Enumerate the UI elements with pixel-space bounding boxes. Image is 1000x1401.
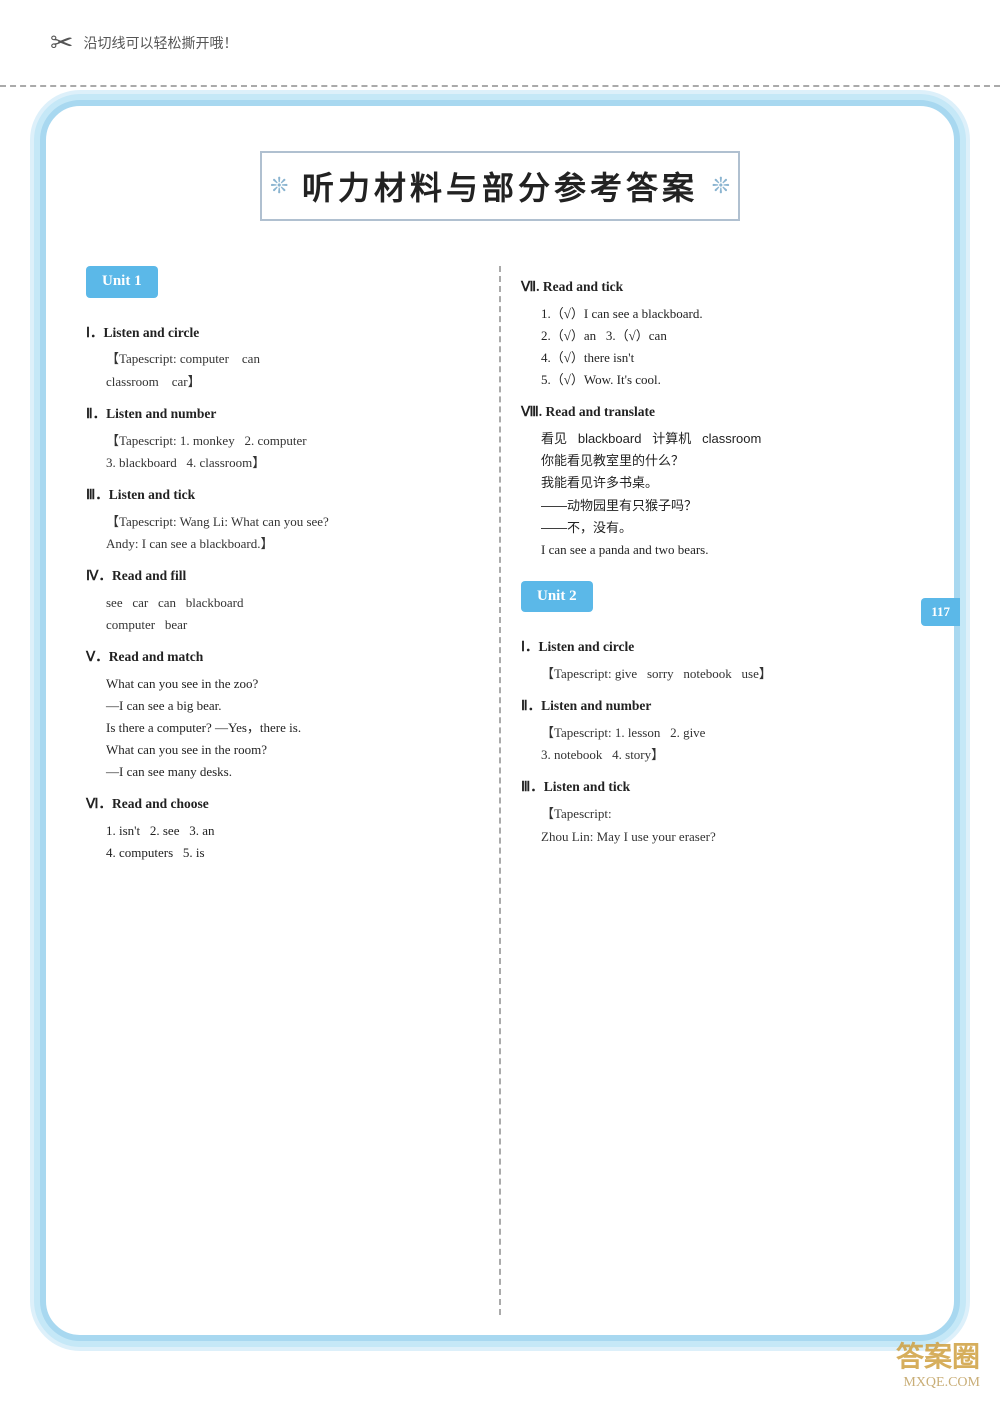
- section-V-item5: —I can see many desks.: [106, 761, 479, 783]
- title-border: ❊ 听力材料与部分参考答案 ❊: [260, 151, 740, 221]
- section-I: Ⅰ．Listen and circle 【Tapescript: compute…: [86, 322, 479, 393]
- top-strip: ✂ 沿切线可以轻松撕开哦！: [0, 0, 1000, 85]
- VIII-item4: ——动物园里有只猴子吗？: [541, 495, 914, 517]
- right-section-VIII: Ⅷ. Read and translate 看见 blackboard 计算机 …: [521, 401, 914, 561]
- section-V-title: Ⅴ．Read and match: [86, 646, 479, 669]
- scissors-icon: ✂: [50, 26, 73, 60]
- section-IV-line2: computer bear: [106, 614, 479, 636]
- section-I-tape2: classroom car】: [106, 371, 479, 393]
- unit1-badge-container: Unit 1: [86, 266, 479, 312]
- section-III: Ⅲ．Listen and tick 【Tapescript: Wang Li: …: [86, 484, 479, 555]
- unit2-section-II-title: Ⅱ．Listen and number: [521, 695, 914, 718]
- section-VI: Ⅵ．Read and choose 1. isn't 2. see 3. an …: [86, 793, 479, 864]
- dashed-separator: [0, 85, 1000, 87]
- section-II-tape2: 3. blackboard 4. classroom】: [106, 452, 479, 474]
- section-V-item1: What can you see in the zoo?: [106, 673, 479, 695]
- unit2-section-III-tape2: Zhou Lin: May I use your eraser?: [541, 826, 914, 848]
- unit2-section-III-tape1: 【Tapescript:: [541, 803, 914, 825]
- section-V: Ⅴ．Read and match What can you see in the…: [86, 646, 479, 783]
- section-V-item2: —I can see a big bear.: [106, 695, 479, 717]
- section-I-title: Ⅰ．Listen and circle: [86, 322, 479, 345]
- watermark-logo: 答案圈: [896, 1335, 980, 1375]
- title-deco-left: ❊: [270, 173, 288, 199]
- section-II-tape1: 【Tapescript: 1. monkey 2. computer: [106, 430, 479, 452]
- section-IV: Ⅳ．Read and fill see car can blackboard c…: [86, 565, 479, 636]
- section-VI-line2: 4. computers 5. is: [106, 842, 479, 864]
- section-IV-title: Ⅳ．Read and fill: [86, 565, 479, 588]
- unit2-section-II: Ⅱ．Listen and number 【Tapescript: 1. less…: [521, 695, 914, 766]
- unit2-section-III: Ⅲ．Listen and tick 【Tapescript: Zhou Lin:…: [521, 776, 914, 847]
- section-V-item4: What can you see in the room?: [106, 739, 479, 761]
- right-section-VII: Ⅶ. Read and tick 1.（√）I can see a blackb…: [521, 276, 914, 391]
- unit2-section-I-tape: 【Tapescript: give sorry notebook use】: [541, 663, 914, 685]
- section-I-tape1: 【Tapescript: computer can: [106, 348, 479, 370]
- left-column: Unit 1 Ⅰ．Listen and circle 【Tapescript: …: [86, 266, 501, 1315]
- unit2-section-III-title: Ⅲ．Listen and tick: [521, 776, 914, 799]
- unit2-section-II-tape1: 【Tapescript: 1. lesson 2. give: [541, 722, 914, 744]
- content-area: Unit 1 Ⅰ．Listen and circle 【Tapescript: …: [86, 266, 914, 1315]
- section-III-title: Ⅲ．Listen and tick: [86, 484, 479, 507]
- watermark-url: MXQE.COM: [896, 1375, 980, 1391]
- VII-item4: 5.（√）Wow. It's cool.: [541, 369, 914, 391]
- page-title: 听力材料与部分参考答案: [302, 170, 698, 206]
- unit1-badge: Unit 1: [86, 266, 158, 298]
- VII-item1: 1.（√）I can see a blackboard.: [541, 303, 914, 325]
- cut-text: 沿切线可以轻松撕开哦！: [83, 33, 237, 53]
- unit2-badge-container: Unit 2: [521, 581, 914, 627]
- page-number: 117: [921, 598, 960, 626]
- section-III-tape2: Andy: I can see a blackboard.】: [106, 533, 479, 555]
- right-section-VIII-title: Ⅷ. Read and translate: [521, 401, 914, 424]
- VIII-item3: 我能看见许多书桌。: [541, 472, 914, 494]
- section-VI-line1: 1. isn't 2. see 3. an: [106, 820, 479, 842]
- VIII-item5: ——不，没有。: [541, 517, 914, 539]
- VII-item3: 4.（√）there isn't: [541, 347, 914, 369]
- section-II-title: Ⅱ．Listen and number: [86, 403, 479, 426]
- main-card: ❊ 听力材料与部分参考答案 ❊ Unit 1 Ⅰ．Listen and circ…: [40, 100, 960, 1341]
- unit2-section-I-title: Ⅰ．Listen and circle: [521, 636, 914, 659]
- section-II: Ⅱ．Listen and number 【Tapescript: 1. monk…: [86, 403, 479, 474]
- VIII-item1: 看见 blackboard 计算机 classroom: [541, 428, 914, 450]
- unit2-section-II-tape2: 3. notebook 4. story】: [541, 744, 914, 766]
- unit2-badge: Unit 2: [521, 581, 593, 613]
- title-deco-right: ❊: [712, 173, 730, 199]
- VIII-item2: 你能看见教室里的什么？: [541, 450, 914, 472]
- right-section-VII-title: Ⅶ. Read and tick: [521, 276, 914, 299]
- right-column: Ⅶ. Read and tick 1.（√）I can see a blackb…: [501, 266, 914, 1315]
- VIII-item6: I can see a panda and two bears.: [541, 539, 914, 561]
- title-area: ❊ 听力材料与部分参考答案 ❊: [86, 136, 914, 236]
- section-VI-title: Ⅵ．Read and choose: [86, 793, 479, 816]
- section-III-tape1: 【Tapescript: Wang Li: What can you see?: [106, 511, 479, 533]
- section-IV-line1: see car can blackboard: [106, 592, 479, 614]
- section-V-item3: Is there a computer? —Yes，there is.: [106, 717, 479, 739]
- VII-item2: 2.（√）an 3.（√）can: [541, 325, 914, 347]
- unit2-section-I: Ⅰ．Listen and circle 【Tapescript: give so…: [521, 636, 914, 685]
- watermark: 答案圈 MXQE.COM: [896, 1335, 980, 1391]
